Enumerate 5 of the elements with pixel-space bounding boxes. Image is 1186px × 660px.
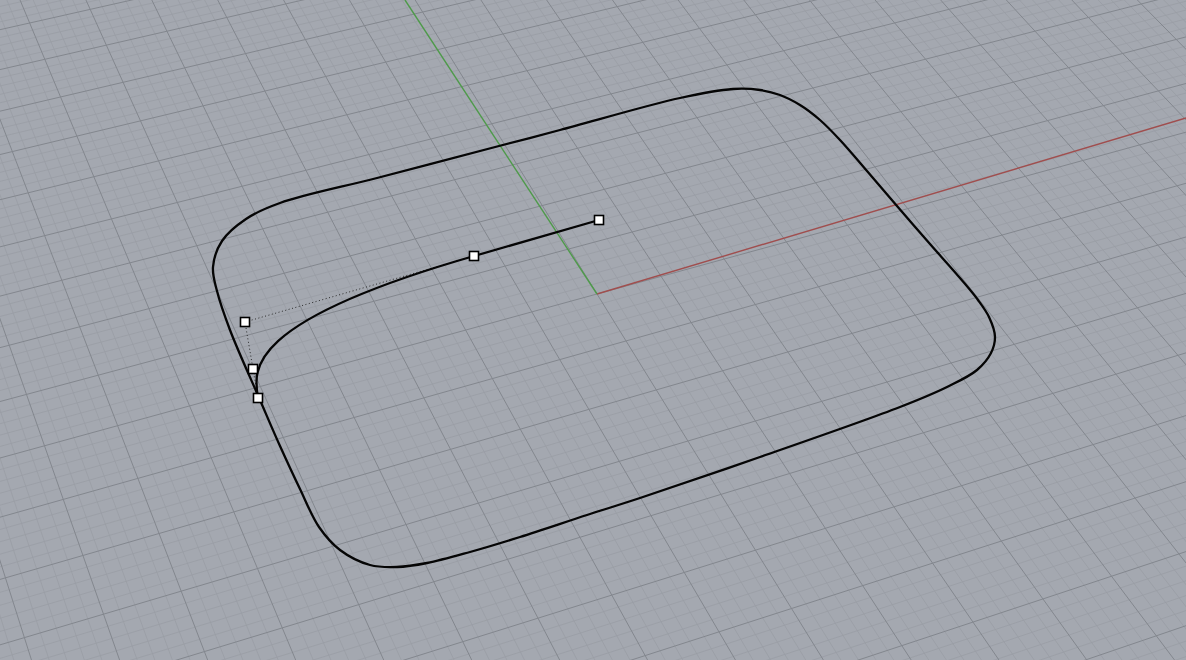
control-point-handle[interactable]: [252, 392, 264, 404]
control-point-handle[interactable]: [593, 214, 605, 226]
control-point-handle[interactable]: [468, 250, 480, 262]
control-point-handle[interactable]: [247, 363, 259, 375]
control-point-handle[interactable]: [239, 316, 251, 328]
